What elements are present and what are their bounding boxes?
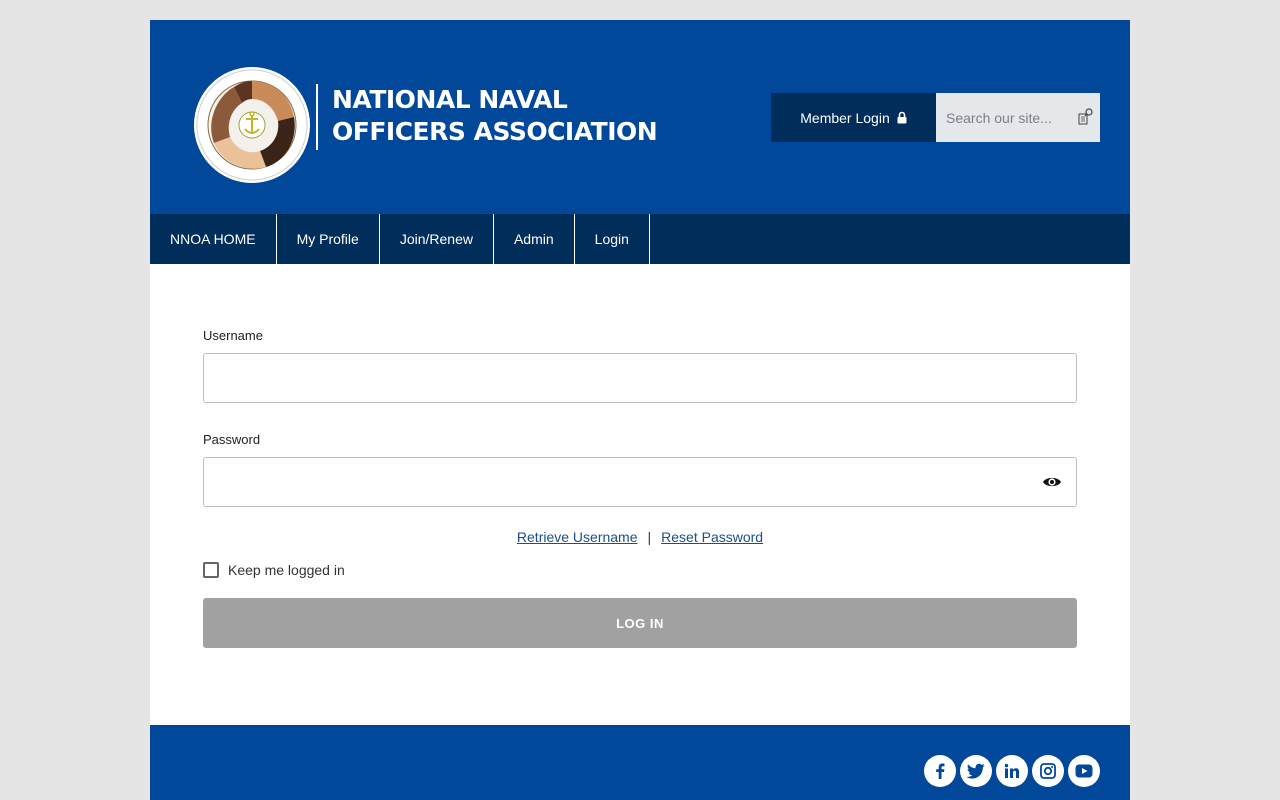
member-login-button[interactable]: Member Login xyxy=(771,93,936,142)
password-field[interactable] xyxy=(203,457,1077,507)
logo-divider xyxy=(316,84,318,150)
member-login-label: Member Login xyxy=(800,109,890,126)
logo-line-2: OFFICERS ASSOCIATION xyxy=(332,117,658,146)
username-field[interactable] xyxy=(203,353,1077,403)
site-search xyxy=(936,93,1100,142)
nav-item-admin[interactable]: Admin xyxy=(494,214,575,264)
recovery-links: Retrieve Username | Reset Password xyxy=(203,529,1077,545)
nav-item-home[interactable]: NNOA HOME xyxy=(150,214,277,264)
facebook-icon[interactable] xyxy=(924,755,956,787)
logo-line-1: NATIONAL NAVAL xyxy=(332,85,568,114)
page-container: NATIONAL NAVAL OFFICERS ASSOCIATION Memb… xyxy=(150,20,1130,800)
lock-icon xyxy=(897,111,907,124)
linkedin-icon[interactable] xyxy=(996,755,1028,787)
youtube-icon[interactable] xyxy=(1068,755,1100,787)
nav-item-login[interactable]: Login xyxy=(575,214,650,264)
site-logo-text[interactable]: NATIONAL NAVAL OFFICERS ASSOCIATION xyxy=(332,84,658,148)
show-password-eye-icon[interactable] xyxy=(1042,474,1062,490)
site-footer xyxy=(150,725,1130,800)
log-in-button[interactable]: LOG IN xyxy=(203,598,1077,648)
link-separator: | xyxy=(647,529,652,545)
nav-item-my-profile[interactable]: My Profile xyxy=(277,214,380,264)
username-label: Username xyxy=(203,328,263,343)
search-icon[interactable] xyxy=(1077,107,1095,127)
site-header: NATIONAL NAVAL OFFICERS ASSOCIATION Memb… xyxy=(150,20,1130,214)
keep-logged-in-label[interactable]: Keep me logged in xyxy=(228,562,345,578)
keep-logged-in-row: Keep me logged in xyxy=(203,562,345,578)
password-label: Password xyxy=(203,432,261,447)
instagram-icon[interactable] xyxy=(1032,755,1064,787)
retrieve-username-link[interactable]: Retrieve Username xyxy=(517,529,638,545)
nav-item-join-renew[interactable]: Join/Renew xyxy=(380,214,494,264)
nnoa-seal-logo[interactable] xyxy=(194,67,310,183)
twitter-icon[interactable] xyxy=(960,755,992,787)
reset-password-link[interactable]: Reset Password xyxy=(661,529,763,545)
search-input[interactable] xyxy=(936,93,1076,142)
social-links xyxy=(924,755,1100,787)
main-nav: NNOA HOME My Profile Join/Renew Admin Lo… xyxy=(150,214,1130,264)
keep-logged-in-checkbox[interactable] xyxy=(203,562,219,578)
